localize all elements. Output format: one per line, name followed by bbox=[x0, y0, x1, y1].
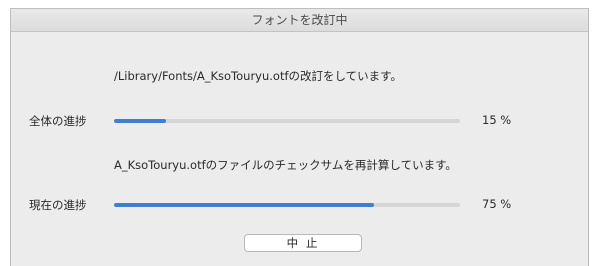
overall-progress-fill bbox=[114, 119, 166, 123]
current-progress-bar bbox=[114, 203, 460, 207]
current-progress-percent: 75 % bbox=[482, 197, 512, 211]
progress-dialog: フォントを改訂中 /Library/Fonts/A_KsoTouryu.otfの… bbox=[10, 8, 589, 266]
overall-progress-bar bbox=[114, 119, 460, 123]
file-status-message: /Library/Fonts/A_KsoTouryu.otfの改訂をしています。 bbox=[114, 69, 403, 83]
overall-progress-label: 全体の進捗 bbox=[29, 114, 87, 128]
checksum-status-message: A_KsoTouryu.otfのファイルのチェックサムを再計算しています。 bbox=[114, 158, 457, 172]
cancel-button[interactable]: 中 止 bbox=[244, 234, 362, 252]
window-title: フォントを改訂中 bbox=[11, 9, 588, 32]
overall-progress-percent: 15 % bbox=[482, 113, 512, 127]
current-progress-label: 現在の進捗 bbox=[29, 198, 87, 212]
current-progress-fill bbox=[114, 203, 374, 207]
